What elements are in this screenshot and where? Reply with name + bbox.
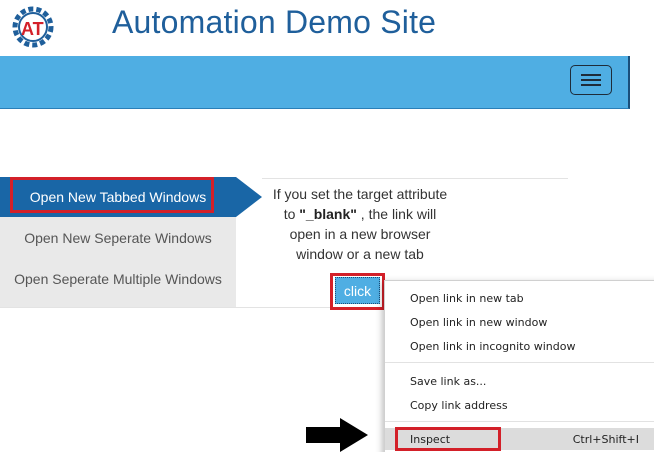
site-title: Automation Demo Site: [112, 4, 437, 40]
tab-highlight-box: [10, 177, 214, 213]
ctx-inspect-shortcut: Ctrl+Shift+I: [572, 432, 639, 446]
ctx-separator: [385, 362, 654, 363]
click-button[interactable]: click: [335, 277, 380, 304]
description-line-2: to "_blank" , the link will: [283, 206, 437, 222]
tab-open-new-seperate-windows[interactable]: Open New Seperate Windows: [0, 218, 236, 258]
description-line-3: open in a new browser: [289, 226, 431, 242]
active-tab-arrow: [236, 177, 262, 217]
pointer-arrow-icon: [306, 418, 368, 452]
inspect-highlight-box: [395, 427, 501, 451]
site-logo-icon: AT: [12, 6, 54, 48]
ctx-open-link-new-tab[interactable]: Open link in new tab: [385, 287, 654, 309]
ctx-open-link-incognito[interactable]: Open link in incognito window: [385, 335, 654, 357]
blank-target-keyword: "_blank": [299, 206, 357, 222]
ctx-separator: [385, 421, 654, 422]
content-divider-top: [262, 178, 568, 179]
description-line-1: If you set the target attribute: [272, 186, 448, 202]
navbar: [0, 56, 630, 109]
ctx-copy-link-address[interactable]: Copy link address: [385, 394, 654, 416]
description-line-4: window or a new tab: [296, 246, 424, 262]
ctx-save-link-as[interactable]: Save link as...: [385, 370, 654, 392]
ctx-open-link-new-window[interactable]: Open link in new window: [385, 311, 654, 333]
tab-description: If you set the target attribute to "_bla…: [262, 184, 458, 264]
logo-letter-a: AT: [21, 19, 44, 39]
hamburger-menu-icon[interactable]: [570, 65, 612, 95]
tab-open-seperate-multiple-windows[interactable]: Open Seperate Multiple Windows: [0, 259, 236, 299]
page: AT Automation Demo Site Open New Tabbed …: [0, 0, 654, 452]
